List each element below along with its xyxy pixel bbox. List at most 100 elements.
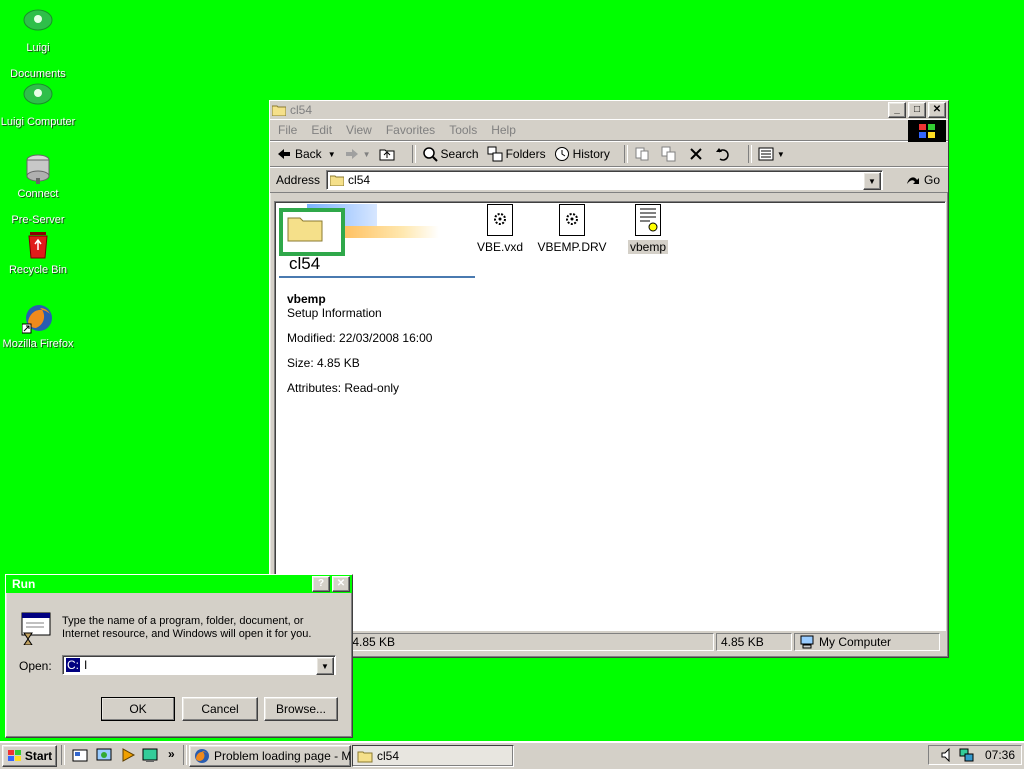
windows-logo-icon [7, 749, 23, 763]
delete-button[interactable] [688, 146, 707, 162]
quicklaunch-more-button[interactable]: » [168, 747, 175, 761]
folder-heading: cl54 [289, 254, 321, 273]
standard-toolbar: Back ▼ ▼ Search Folders History ▼ [270, 141, 948, 167]
menu-help[interactable]: Help [491, 123, 516, 137]
desktop-icon-luigi-documents[interactable]: Luigi Documents [0, 6, 76, 81]
undo-icon [715, 146, 731, 162]
cloud-computer-icon [22, 80, 54, 112]
search-icon [422, 146, 438, 162]
folder-icon [287, 214, 323, 245]
move-to-icon [634, 146, 650, 162]
file-item[interactable]: VBE.vxd [465, 204, 535, 254]
recycle-bin-icon [22, 228, 54, 260]
move-to-button[interactable] [634, 146, 653, 162]
up-folder-button[interactable] [379, 146, 398, 162]
file-item[interactable]: VBEMP.DRV [537, 204, 607, 254]
menu-edit[interactable]: Edit [311, 123, 332, 137]
menu-bar: File Edit View Favorites Tools Help [270, 119, 948, 142]
copy-to-button[interactable] [661, 146, 680, 162]
start-button[interactable]: Start [2, 745, 57, 767]
address-input[interactable]: cl54 ▼ [326, 170, 883, 190]
address-label: Address [276, 173, 321, 187]
media-player-icon[interactable] [120, 747, 136, 763]
search-button[interactable]: Search [422, 146, 479, 162]
cancel-button[interactable]: Cancel [182, 697, 258, 721]
firefox-icon [21, 302, 54, 334]
desktop-icon-recycle-bin[interactable]: Recycle Bin [0, 228, 76, 277]
back-arrow-icon [276, 146, 292, 162]
views-button[interactable]: ▼ [758, 146, 785, 162]
undo-button[interactable] [715, 146, 734, 162]
desktop-icon-mozilla-firefox[interactable]: Mozilla Firefox [0, 302, 76, 351]
folder-banner: cl54 [279, 204, 475, 278]
folders-button[interactable]: Folders [487, 146, 546, 162]
menu-view[interactable]: View [346, 123, 372, 137]
open-combobox[interactable]: C: I ▼ [62, 655, 336, 675]
explorer-titlebar[interactable]: cl54 _ □ ✕ [270, 101, 948, 119]
desktop-icon-label: Luigi Computer [0, 116, 76, 128]
run-dialog[interactable]: Run ? ✕ Type the name of a program, fold… [5, 574, 353, 738]
forward-button[interactable]: ▼ [344, 146, 371, 162]
browse-button[interactable]: Browse... [264, 697, 338, 721]
my-computer-icon [799, 635, 815, 649]
folders-label: Folders [505, 147, 546, 161]
task-button-cl54[interactable]: cl54 [352, 745, 514, 767]
explorer-quicklaunch-icon[interactable] [96, 747, 112, 763]
run-titlebar[interactable]: Run ? ✕ [6, 575, 352, 593]
volume-icon[interactable] [941, 748, 955, 762]
ok-button[interactable]: OK [101, 697, 175, 721]
clock[interactable]: 07:36 [985, 748, 1015, 762]
start-label: Start [24, 749, 53, 763]
history-button[interactable]: History [554, 146, 610, 162]
task-separator [183, 745, 187, 765]
task-button-firefox[interactable]: Problem loading page - Mo... [189, 745, 351, 767]
help-button[interactable]: ? [312, 576, 330, 592]
desktop-icon-luigi-computer[interactable]: Luigi Computer [0, 80, 76, 129]
show-desktop-icon[interactable] [72, 747, 88, 763]
views-icon [758, 146, 774, 162]
taskbar: Start » Problem loading page - Mo... cl5… [0, 741, 1024, 769]
network-icon[interactable] [959, 748, 975, 762]
go-arrow-icon [905, 172, 921, 188]
file-item-selected[interactable]: vbemp [613, 204, 683, 254]
quicklaunch-separator [61, 745, 65, 765]
desktop-icon-label: Luigi [26, 42, 50, 54]
chevron-down-icon: ▼ [362, 149, 371, 159]
folder-icon [357, 749, 373, 763]
task-label: cl54 [377, 749, 400, 763]
close-button[interactable]: ✕ [332, 576, 350, 592]
address-dropdown-button[interactable]: ▼ [862, 172, 881, 190]
desktop-icon-label: Pre-Server [11, 214, 65, 226]
menu-file[interactable]: File [278, 123, 297, 137]
gear-file-icon [559, 204, 585, 236]
details-size: Size: 4.85 KB [287, 356, 360, 370]
go-button[interactable]: Go [905, 172, 940, 188]
file-name: vbemp [627, 240, 669, 254]
close-button[interactable]: ✕ [928, 102, 946, 118]
open-input-value[interactable]: C: [66, 658, 80, 672]
status-bar: rmation Size: 4.85 KB 4.85 KB My Compute… [274, 633, 944, 651]
details-attributes: Attributes: Read-only [287, 381, 400, 395]
system-tray: 07:36 [928, 745, 1022, 765]
explorer-window[interactable]: cl54 _ □ ✕ File Edit View Favorites Tool… [269, 100, 949, 658]
menu-favorites[interactable]: Favorites [386, 123, 435, 137]
back-button[interactable]: Back ▼ [276, 146, 336, 162]
status-size: 4.85 KB [716, 633, 792, 651]
gear-file-icon [487, 204, 513, 236]
run-description: Type the name of a program, folder, docu… [62, 615, 312, 640]
toolbar-separator [411, 145, 416, 163]
maximize-button[interactable]: □ [908, 102, 926, 118]
desktop-shortcut-icon[interactable] [142, 747, 158, 763]
desktop-icon-label: Connect [17, 188, 59, 200]
run-program-icon [18, 611, 52, 648]
folders-icon [487, 146, 503, 162]
details-panel: vbemp Setup Information Modified: 22/03/… [287, 292, 432, 395]
cloud-folder-icon [22, 6, 54, 38]
desktop-icon-connect-pre-server[interactable]: Connect Pre-Server [0, 152, 76, 227]
open-dropdown-button[interactable]: ▼ [316, 657, 334, 675]
menu-tools[interactable]: Tools [449, 123, 477, 137]
folder-content-pane[interactable]: cl54 vbemp Setup Information Modified: 2… [274, 201, 946, 631]
search-label: Search [440, 147, 479, 161]
text-cursor-icon: I [84, 658, 88, 672]
minimize-button[interactable]: _ [888, 102, 906, 118]
